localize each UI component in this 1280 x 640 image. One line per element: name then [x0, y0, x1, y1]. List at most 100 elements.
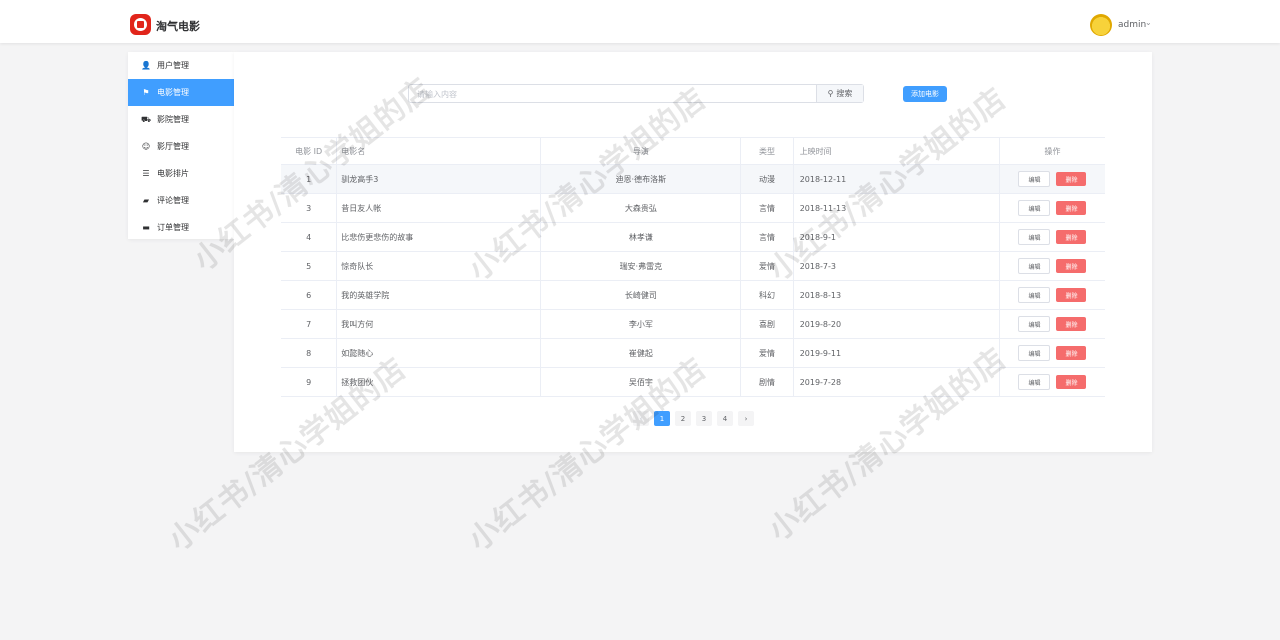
cell-director: 吴佰宇: [540, 367, 741, 397]
cell-type: 言情: [740, 193, 794, 223]
delete-button[interactable]: 删除: [1056, 172, 1087, 186]
edit-button[interactable]: 编辑: [1018, 316, 1051, 332]
sidebar-item-label: 电影管理: [157, 88, 189, 97]
delete-button[interactable]: 删除: [1056, 288, 1087, 302]
cell-type: 动漫: [740, 164, 794, 194]
sidebar-item-cinema-management[interactable]: ⛟ 影院管理: [128, 106, 234, 133]
table-row: 1 驯龙高手3 迪恩·德布洛斯 动漫 2018-12-11 编辑 删除: [281, 164, 1105, 194]
cell-name: 如懿随心: [336, 338, 541, 368]
smile-icon: ☺: [141, 142, 151, 151]
edit-button[interactable]: 编辑: [1018, 200, 1051, 216]
app-brand-title: 淘气电影: [156, 20, 200, 33]
column-header: 操作: [998, 137, 1105, 165]
cell-actions: 编辑 删除: [998, 309, 1105, 339]
cell-name: 比悲伤更悲伤的故事: [336, 222, 541, 252]
sidebar-item-label: 订单管理: [157, 223, 189, 232]
next-page-button[interactable]: ›: [738, 411, 754, 426]
cell-id: 8: [281, 338, 337, 368]
username-label[interactable]: admin: [1118, 20, 1146, 30]
app-logo-icon: [130, 14, 151, 35]
page-button-3[interactable]: 3: [696, 411, 712, 426]
edit-button[interactable]: 编辑: [1018, 229, 1051, 245]
cell-id: 4: [281, 222, 337, 252]
edit-button[interactable]: 编辑: [1018, 374, 1051, 390]
cell-name: 我叫方何: [336, 309, 541, 339]
sidebar-item-order-management[interactable]: ▬ 订单管理: [128, 214, 234, 241]
movie-table: 电影 ID 电影名 导演 类型 上映时间 操作 1 驯龙高手3 迪恩·德布洛斯 …: [281, 137, 1105, 397]
cell-director: 瑞安·弗雷克: [540, 251, 741, 281]
cell-name: 拯救团伙: [336, 367, 541, 397]
cell-type: 科幻: [740, 280, 794, 310]
cell-date: 2019-7-28: [792, 367, 1000, 397]
sidebar-item-label: 电影排片: [157, 169, 189, 178]
cell-date: 2018-11-13: [792, 193, 1000, 223]
sidebar-item-label: 用户管理: [157, 61, 189, 70]
search-button[interactable]: ⚲ 搜索: [816, 85, 863, 102]
chevron-down-icon[interactable]: ⌄: [1145, 18, 1152, 27]
sidebar-item-user-management[interactable]: 👤 用户管理: [128, 52, 234, 79]
cell-director: 崔健起: [540, 338, 741, 368]
delete-button[interactable]: 删除: [1056, 317, 1087, 331]
table-row: 3 昔日友人帐 大森贵弘 言情 2018-11-13 编辑 删除: [281, 193, 1105, 223]
user-avatar[interactable]: [1090, 14, 1112, 36]
delete-button[interactable]: 删除: [1056, 259, 1087, 273]
cell-name: 我的英雄学院: [336, 280, 541, 310]
edit-button[interactable]: 编辑: [1018, 287, 1051, 303]
cell-id: 6: [281, 280, 337, 310]
cell-director: 长崎健司: [540, 280, 741, 310]
sidebar-item-movie-management[interactable]: ⚑ 电影管理: [128, 79, 234, 106]
sidebar-nav: 👤 用户管理 ⚑ 电影管理 ⛟ 影院管理 ☺ 影厅管理 ☰ 电影排片 ▰ 评论管…: [128, 52, 234, 239]
cell-name: 惊奇队长: [336, 251, 541, 281]
cell-name: 昔日友人帐: [336, 193, 541, 223]
cell-director: 林孝谦: [540, 222, 741, 252]
cell-actions: 编辑 删除: [998, 367, 1105, 397]
sidebar-item-comment-management[interactable]: ▰ 评论管理: [128, 187, 234, 214]
cell-actions: 编辑 删除: [998, 280, 1105, 310]
page-button-1[interactable]: 1: [654, 411, 670, 426]
cell-id: 1: [281, 164, 337, 194]
truck-icon: ⛟: [141, 114, 152, 124]
search-icon: ⚲: [827, 89, 834, 98]
cell-id: 5: [281, 251, 337, 281]
cell-date: 2018-8-13: [792, 280, 1000, 310]
edit-button[interactable]: 编辑: [1018, 345, 1051, 361]
add-movie-button[interactable]: 添加电影: [903, 86, 947, 102]
cell-director: 迪恩·德布洛斯: [540, 164, 741, 194]
cell-date: 2018-9-1: [792, 222, 1000, 252]
cell-director: 大森贵弘: [540, 193, 741, 223]
cell-actions: 编辑 删除: [998, 193, 1105, 223]
column-header: 电影名: [336, 137, 541, 165]
table-row: 9 拯救团伙 吴佰宇 剧情 2019-7-28 编辑 删除: [281, 367, 1105, 397]
cell-type: 喜剧: [740, 309, 794, 339]
cell-actions: 编辑 删除: [998, 338, 1105, 368]
cell-actions: 编辑 删除: [998, 222, 1105, 252]
user-icon: 👤: [141, 61, 151, 70]
sidebar-item-label: 影厅管理: [157, 142, 189, 151]
delete-button[interactable]: 删除: [1056, 346, 1087, 360]
cell-type: 爱情: [740, 251, 794, 281]
edit-button[interactable]: 编辑: [1018, 258, 1051, 274]
cell-date: 2018-12-11: [792, 164, 1000, 194]
sidebar-item-schedule[interactable]: ☰ 电影排片: [128, 160, 234, 187]
prev-page-button[interactable]: ‹: [633, 411, 649, 426]
search-input[interactable]: [409, 85, 825, 104]
delete-button[interactable]: 删除: [1056, 201, 1087, 215]
comment-icon: ▰: [142, 196, 150, 205]
list-icon: ☰: [142, 169, 150, 178]
cell-date: 2018-7-3: [792, 251, 1000, 281]
sidebar-item-hall-management[interactable]: ☺ 影厅管理: [128, 133, 234, 160]
table-row: 6 我的英雄学院 长崎健司 科幻 2018-8-13 编辑 删除: [281, 280, 1105, 310]
column-header: 导演: [540, 137, 741, 165]
table-header-row: 电影 ID 电影名 导演 类型 上映时间 操作: [281, 137, 1105, 165]
page-button-4[interactable]: 4: [717, 411, 733, 426]
cell-director: 李小军: [540, 309, 741, 339]
sidebar-item-label: 评论管理: [157, 196, 189, 205]
delete-button[interactable]: 删除: [1056, 230, 1087, 244]
search-button-label: 搜索: [836, 89, 853, 98]
cell-name: 驯龙高手3: [336, 164, 541, 194]
page-button-2[interactable]: 2: [675, 411, 691, 426]
edit-button[interactable]: 编辑: [1018, 171, 1051, 187]
cell-actions: 编辑 删除: [998, 251, 1105, 281]
delete-button[interactable]: 删除: [1056, 375, 1087, 389]
table-row: 8 如懿随心 崔健起 爱情 2019-9-11 编辑 删除: [281, 338, 1105, 368]
